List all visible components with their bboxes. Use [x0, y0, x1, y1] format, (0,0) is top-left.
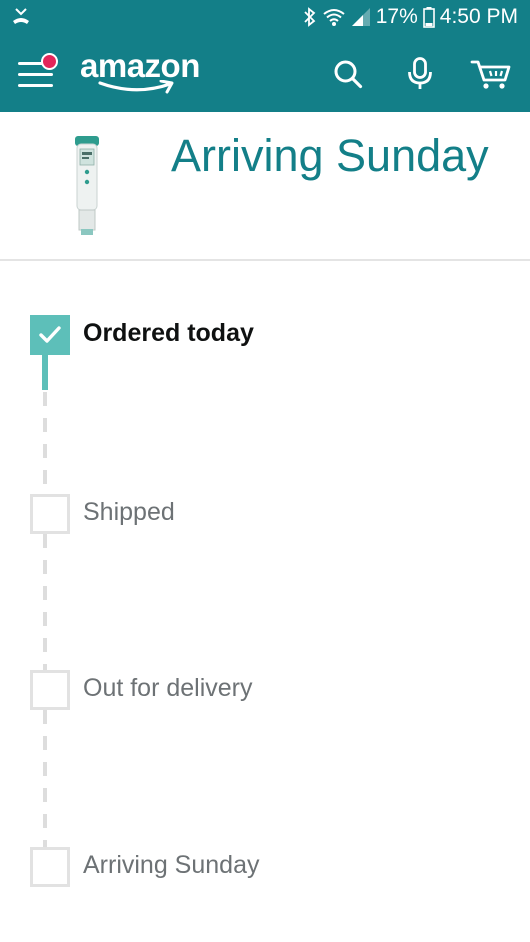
- step-checkbox: [30, 494, 70, 534]
- step-label: Ordered today: [83, 319, 254, 347]
- step-checkbox: [30, 670, 70, 710]
- status-bar: 17% 4:50 PM: [0, 0, 530, 35]
- notification-dot: [41, 53, 58, 70]
- timeline-step-arriving: Arriving Sunday: [30, 847, 510, 887]
- progress-connector: [42, 350, 48, 390]
- product-image[interactable]: [70, 136, 104, 236]
- status-icons: 17% 4:50 PM: [303, 4, 518, 30]
- pending-connector: [43, 534, 47, 674]
- wifi-icon: [322, 7, 346, 27]
- search-icon: [334, 60, 363, 89]
- smile-arrow-icon: [98, 80, 174, 94]
- microphone-icon: [408, 57, 432, 89]
- app-bar: amazon: [0, 35, 530, 112]
- step-checkbox-checked: [30, 315, 70, 355]
- signal-icon: [351, 7, 371, 27]
- pending-connector: [43, 392, 47, 492]
- search-button[interactable]: [327, 53, 369, 95]
- amazon-logo[interactable]: amazon: [80, 47, 210, 99]
- cart-button[interactable]: [470, 53, 512, 95]
- step-label: Shipped: [83, 498, 175, 526]
- menu-button[interactable]: [14, 53, 58, 91]
- voice-search-button[interactable]: [399, 53, 441, 95]
- step-label: Out for delivery: [83, 674, 253, 702]
- checkmark-icon: [39, 326, 61, 343]
- step-checkbox: [30, 847, 70, 887]
- battery-icon: [422, 6, 435, 28]
- battery-percent: 17%: [375, 5, 418, 28]
- clock: 4:50 PM: [439, 5, 518, 28]
- cart-icon: [470, 60, 511, 89]
- pending-connector: [43, 710, 47, 850]
- step-label: Arriving Sunday: [83, 851, 260, 879]
- bluetooth-icon: [303, 6, 317, 28]
- missed-call-icon: [10, 5, 32, 27]
- shipment-summary: Arriving Sunday: [0, 112, 530, 261]
- arrival-headline: Arriving Sunday: [171, 130, 489, 181]
- timeline-step-out-for-delivery: Out for delivery: [30, 670, 510, 710]
- timeline-step-shipped: Shipped: [30, 494, 510, 534]
- tracking-timeline: Ordered today Shipped Out for delivery A…: [0, 262, 530, 942]
- timeline-step-ordered: Ordered today: [30, 315, 510, 355]
